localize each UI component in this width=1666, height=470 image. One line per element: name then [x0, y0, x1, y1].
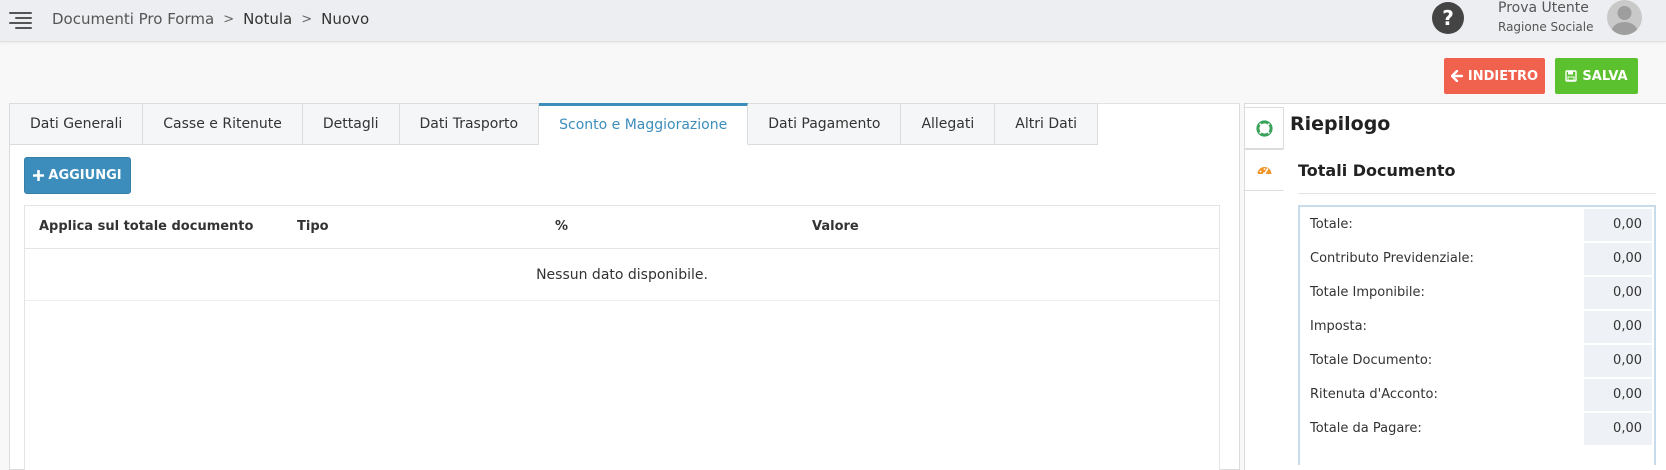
- totals-value: 0,00: [1584, 209, 1652, 241]
- totals-section-title: Totali Documento: [1298, 161, 1456, 180]
- tab-altri-dati[interactable]: Altri Dati: [995, 103, 1099, 145]
- top-bar: Documenti Pro Forma > Notula > Nuovo ? P…: [0, 0, 1666, 42]
- totals-row: Totale Documento: 0,00: [1300, 343, 1654, 379]
- totals-label: Totale:: [1310, 217, 1353, 232]
- tab-sconto-maggiorazione[interactable]: Sconto e Maggiorazione: [539, 103, 749, 145]
- column-header-applica[interactable]: Applica sul totale documento: [39, 219, 253, 234]
- breadcrumb-item-documenti[interactable]: Documenti Pro Forma: [52, 10, 214, 28]
- back-button-label: INDIETRO: [1467, 68, 1539, 84]
- column-header-valore[interactable]: Valore: [812, 219, 859, 234]
- totals-row: Contributo Previdenziale: 0,00: [1300, 241, 1654, 277]
- totals-row: Totale Imponibile: 0,00: [1300, 275, 1654, 311]
- save-button-label: SALVA: [1582, 68, 1628, 84]
- totals-value: 0,00: [1584, 311, 1652, 343]
- tab-dati-trasporto[interactable]: Dati Trasporto: [399, 103, 540, 145]
- totals-row: Totale: 0,00: [1300, 207, 1654, 243]
- question-icon[interactable]: ?: [1432, 2, 1464, 34]
- arrow-left-icon: [1450, 70, 1463, 82]
- breadcrumb-separator: >: [223, 11, 235, 27]
- totals-label: Contributo Previdenziale:: [1310, 251, 1474, 266]
- table-header: Applica sul totale documento Tipo % Valo…: [25, 206, 1219, 249]
- totals-label: Imposta:: [1310, 319, 1367, 334]
- totals-value: 0,00: [1584, 243, 1652, 275]
- totals-label: Totale Imponibile:: [1310, 285, 1425, 300]
- totals-value: 0,00: [1584, 345, 1652, 377]
- totals-value: 0,00: [1584, 413, 1652, 445]
- totals-value: 0,00: [1584, 277, 1652, 309]
- breadcrumb: Documenti Pro Forma > Notula > Nuovo: [52, 10, 369, 28]
- totals-label: Ritenuta d'Acconto:: [1310, 387, 1438, 402]
- lifebuoy-icon: [1255, 119, 1273, 137]
- save-button[interactable]: SALVA: [1555, 58, 1638, 94]
- totals-value: 0,00: [1584, 379, 1652, 411]
- tab-dati-generali[interactable]: Dati Generali: [9, 103, 144, 145]
- plus-icon: [33, 170, 45, 181]
- menu-lines-icon[interactable]: [9, 11, 32, 29]
- breadcrumb-separator: >: [301, 11, 313, 27]
- column-header-percent[interactable]: %: [555, 219, 568, 234]
- totals-label: Totale Documento:: [1310, 353, 1433, 368]
- user-organization: Ragione Sociale: [1498, 20, 1594, 34]
- add-button[interactable]: AGGIUNGI: [24, 157, 131, 194]
- discount-table: Applica sul totale documento Tipo % Valo…: [24, 205, 1220, 470]
- breadcrumb-item-notula[interactable]: Notula: [243, 10, 292, 28]
- totals-row: Totale da Pagare: 0,00: [1300, 411, 1654, 447]
- section-divider: [1298, 193, 1656, 194]
- avatar-icon[interactable]: [1607, 0, 1642, 35]
- totals-row: Ritenuta d'Acconto: 0,00: [1300, 377, 1654, 413]
- tab-bar: Dati Generali Casse e Ritenute Dettagli …: [9, 103, 1099, 145]
- floppy-disk-icon: [1565, 70, 1578, 82]
- side-tab-summary[interactable]: [1244, 149, 1284, 191]
- dashboard-gauge-icon: [1257, 166, 1271, 176]
- summary-title: Riepilogo: [1290, 113, 1391, 135]
- add-button-label: AGGIUNGI: [48, 168, 122, 183]
- column-header-tipo[interactable]: Tipo: [297, 219, 329, 234]
- totals-row: Imposta: 0,00: [1300, 309, 1654, 345]
- tab-casse-ritenute[interactable]: Casse e Ritenute: [143, 103, 303, 145]
- side-tab-support[interactable]: [1244, 107, 1284, 149]
- tab-allegati[interactable]: Allegati: [901, 103, 996, 145]
- tab-dati-pagamento[interactable]: Dati Pagamento: [748, 103, 902, 145]
- user-name[interactable]: Prova Utente: [1498, 0, 1589, 16]
- totals-box: Totale: 0,00 Contributo Previdenziale: 0…: [1298, 205, 1656, 465]
- breadcrumb-item-nuovo: Nuovo: [321, 10, 370, 28]
- empty-message: Nessun dato disponibile.: [25, 249, 1219, 301]
- totals-label: Totale da Pagare:: [1310, 421, 1422, 436]
- tab-dettagli[interactable]: Dettagli: [302, 103, 400, 145]
- back-button[interactable]: INDIETRO: [1444, 58, 1545, 94]
